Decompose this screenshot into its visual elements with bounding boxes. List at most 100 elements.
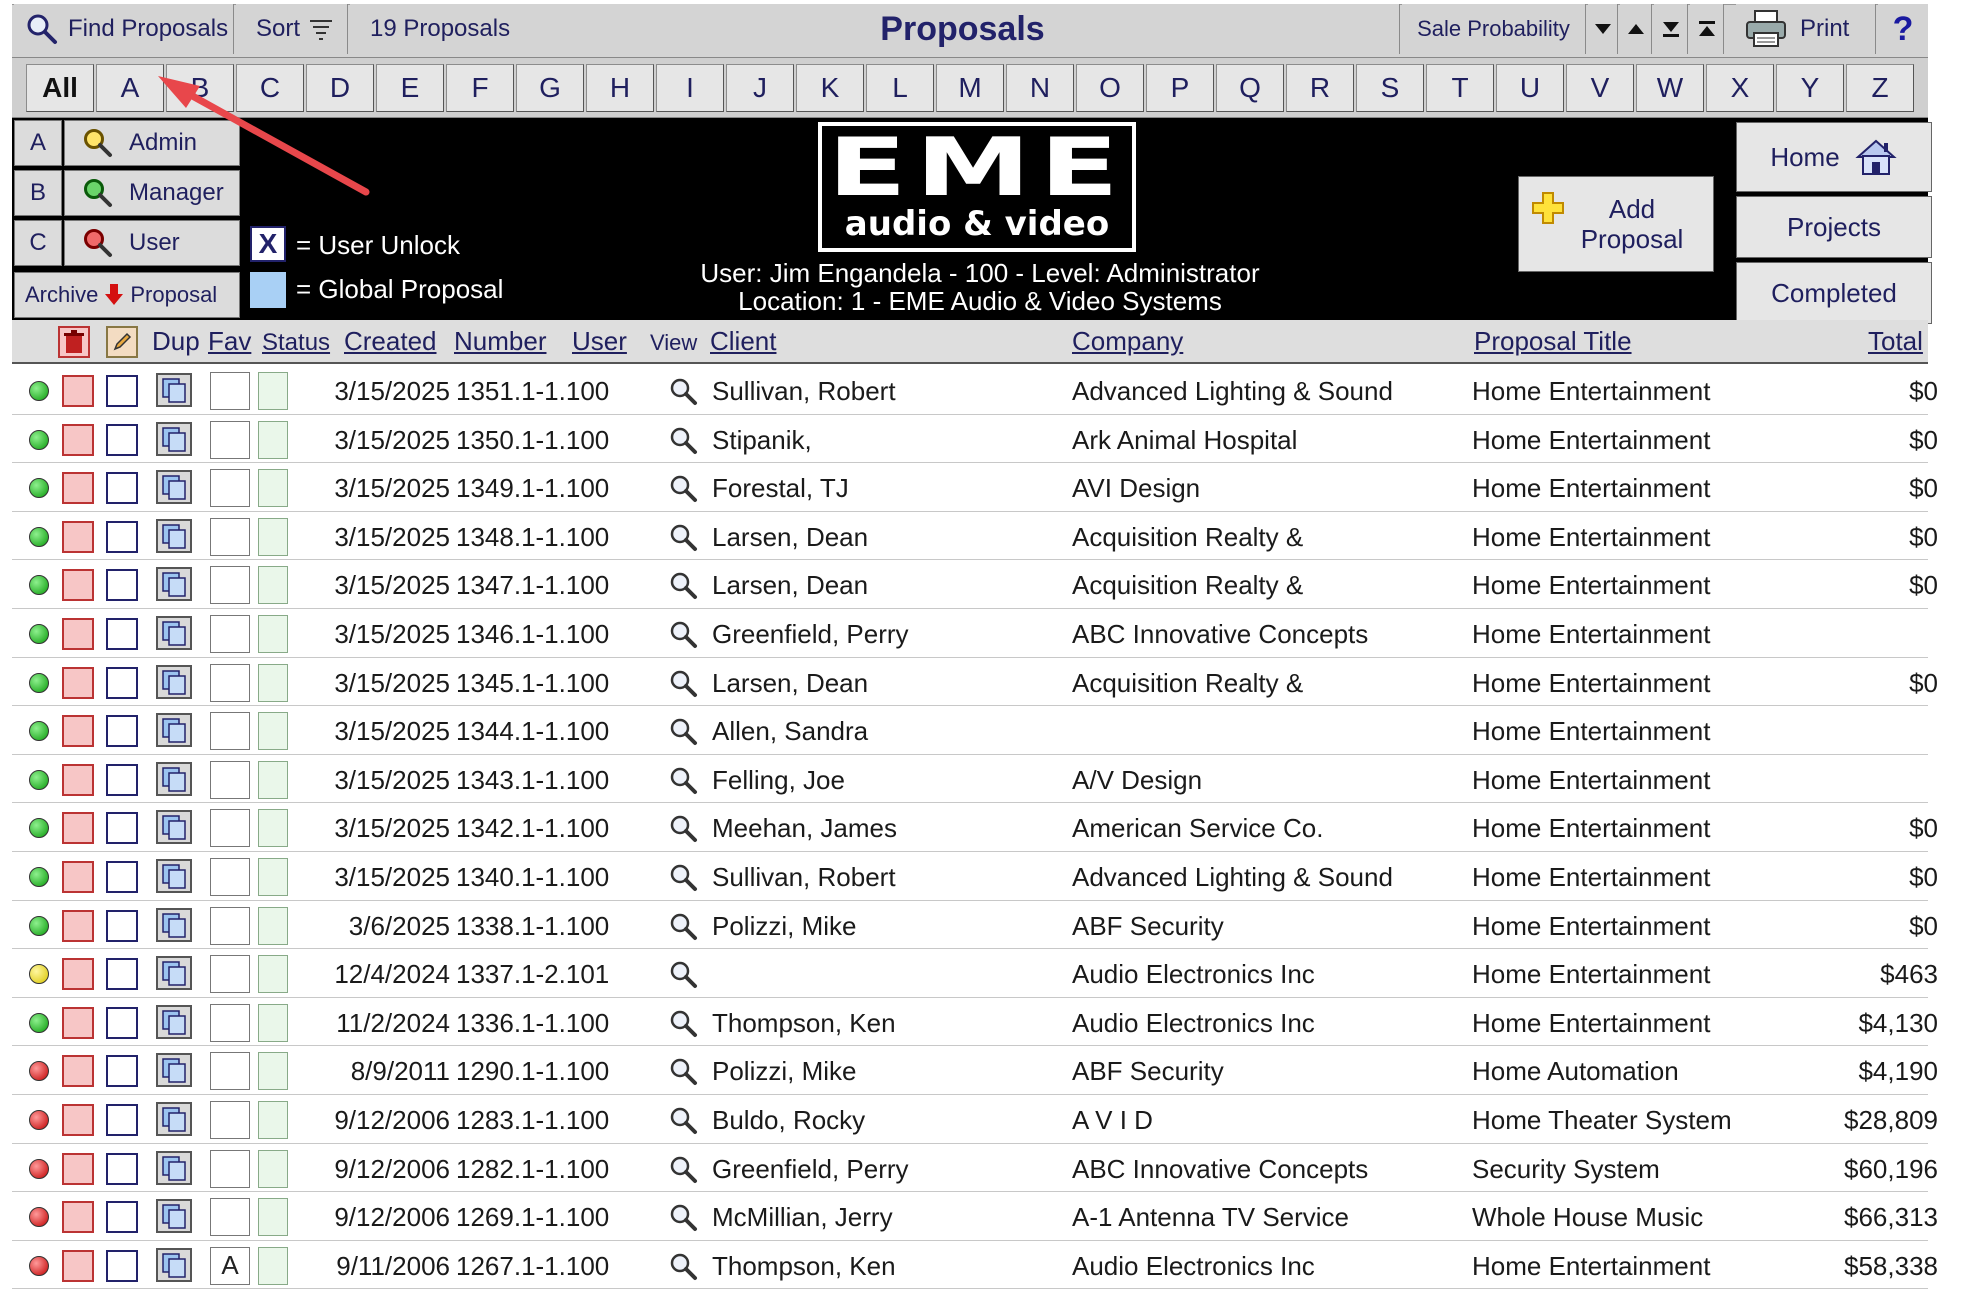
letter-filter-s[interactable]: S <box>1356 64 1424 112</box>
select-checkbox[interactable] <box>106 1055 138 1088</box>
fav-box[interactable] <box>210 1100 250 1139</box>
letter-filter-r[interactable]: R <box>1286 64 1354 112</box>
view-button[interactable] <box>668 376 698 411</box>
letter-filter-w[interactable]: W <box>1636 64 1704 112</box>
home-button[interactable]: Home <box>1736 122 1932 192</box>
completed-button[interactable]: Completed <box>1736 262 1932 324</box>
select-checkbox[interactable] <box>106 472 138 505</box>
select-checkbox[interactable] <box>106 520 138 553</box>
select-checkbox[interactable] <box>106 812 138 845</box>
select-checkbox[interactable] <box>106 763 138 796</box>
duplicate-button[interactable] <box>156 1150 192 1185</box>
letter-filter-k[interactable]: K <box>796 64 864 112</box>
select-checkbox[interactable] <box>106 617 138 650</box>
letter-filter-all[interactable]: All <box>26 64 94 112</box>
table-row[interactable]: 11/2/2024 1336.1-1.100 Thompson, Ken Audio … <box>12 997 1938 1047</box>
fav-box[interactable] <box>210 760 250 799</box>
table-row[interactable]: 3/6/2025 1338.1-1.100 Polizzi, Mike ABF Sec… <box>12 900 1938 950</box>
select-checkbox[interactable] <box>106 666 138 699</box>
letter-filter-f[interactable]: F <box>446 64 514 112</box>
table-row[interactable]: 3/15/2025 1346.1-1.100 Greenfield, Perry AB… <box>12 608 1928 658</box>
fav-box[interactable] <box>210 906 250 945</box>
fav-box[interactable] <box>210 1003 250 1042</box>
duplicate-button[interactable] <box>156 1199 192 1234</box>
select-checkbox[interactable] <box>106 423 138 456</box>
duplicate-button[interactable] <box>156 761 192 796</box>
view-button[interactable] <box>668 1056 698 1091</box>
duplicate-button[interactable] <box>156 1053 192 1088</box>
edit-column-header[interactable] <box>106 326 138 358</box>
select-checkbox[interactable] <box>106 569 138 602</box>
view-button[interactable] <box>668 1105 698 1140</box>
select-checkbox[interactable] <box>106 1201 138 1234</box>
duplicate-button[interactable] <box>156 470 192 505</box>
letter-filter-g[interactable]: G <box>516 64 584 112</box>
select-checkbox[interactable] <box>106 909 138 942</box>
delete-checkbox[interactable] <box>62 715 94 748</box>
table-row[interactable]: 9/12/2006 1283.1-1.100 Buldo, Rocky A V I D… <box>12 1094 1938 1144</box>
select-checkbox[interactable] <box>106 1103 138 1136</box>
duplicate-button[interactable] <box>156 664 192 699</box>
duplicate-button[interactable] <box>156 518 192 553</box>
duplicate-button[interactable] <box>156 956 192 991</box>
fav-box[interactable]: A <box>210 1246 250 1285</box>
delete-checkbox[interactable] <box>62 569 94 602</box>
delete-checkbox[interactable] <box>62 1249 94 1282</box>
select-checkbox[interactable] <box>106 1006 138 1039</box>
view-button[interactable] <box>668 1202 698 1237</box>
delete-checkbox[interactable] <box>62 909 94 942</box>
company-column[interactable]: Company <box>1072 326 1183 357</box>
delete-checkbox[interactable] <box>62 520 94 553</box>
fav-box[interactable] <box>210 420 250 459</box>
letter-filter-d[interactable]: D <box>306 64 374 112</box>
select-checkbox[interactable] <box>106 860 138 893</box>
table-row[interactable]: 3/15/2025 1345.1-1.100 Larsen, Dean Acquisi… <box>12 657 1938 707</box>
letter-filter-o[interactable]: O <box>1076 64 1144 112</box>
select-checkbox[interactable] <box>106 375 138 407</box>
letter-filter-h[interactable]: H <box>586 64 654 112</box>
view-button[interactable] <box>668 1008 698 1043</box>
delete-checkbox[interactable] <box>62 1201 94 1234</box>
letter-filter-u[interactable]: U <box>1496 64 1564 112</box>
fav-box[interactable] <box>210 1052 250 1091</box>
duplicate-button[interactable] <box>156 421 192 456</box>
projects-button[interactable]: Projects <box>1736 196 1932 258</box>
delete-checkbox[interactable] <box>62 472 94 505</box>
table-row[interactable]: 3/15/2025 1347.1-1.100 Larsen, Dean Acquisi… <box>12 560 1938 609</box>
fav-box[interactable] <box>210 614 250 653</box>
view-button[interactable] <box>668 522 698 557</box>
fav-box[interactable] <box>210 712 250 751</box>
letter-filter-c[interactable]: C <box>236 64 304 112</box>
duplicate-button[interactable] <box>156 1004 192 1039</box>
add-proposal-button[interactable]: Add Proposal <box>1518 176 1714 272</box>
help-button[interactable]: ? <box>1878 4 1928 54</box>
view-button[interactable] <box>668 911 698 946</box>
manager-button[interactable]: Manager <box>64 170 240 216</box>
fav-box[interactable] <box>210 857 250 896</box>
delete-checkbox[interactable] <box>62 763 94 796</box>
select-checkbox[interactable] <box>106 1249 138 1282</box>
select-checkbox[interactable] <box>106 715 138 748</box>
delete-checkbox[interactable] <box>62 860 94 893</box>
letter-filter-y[interactable]: Y <box>1776 64 1844 112</box>
duplicate-button[interactable] <box>156 1247 192 1282</box>
table-row[interactable]: 3/15/2025 1351.1-1.100 Sullivan, Robert Adv… <box>12 366 1938 415</box>
fav-column[interactable]: Fav <box>208 326 251 357</box>
sort-button[interactable]: Sort <box>236 4 348 54</box>
table-row[interactable]: 9/12/2006 1282.1-1.100 Greenfield, Perry AB… <box>12 1143 1938 1193</box>
letter-filter-i[interactable]: I <box>656 64 724 112</box>
sort-descending-button[interactable] <box>1588 4 1618 54</box>
view-button[interactable] <box>668 619 698 654</box>
fav-box[interactable] <box>210 1198 250 1237</box>
letter-filter-v[interactable]: V <box>1566 64 1634 112</box>
view-button[interactable] <box>668 716 698 751</box>
delete-checkbox[interactable] <box>62 1006 94 1039</box>
letter-filter-j[interactable]: J <box>726 64 794 112</box>
user-column[interactable]: User <box>572 326 627 357</box>
view-button[interactable] <box>668 668 698 703</box>
view-button[interactable] <box>668 959 698 994</box>
view-button[interactable] <box>668 1154 698 1189</box>
table-row[interactable]: 12/4/2024 1337.1-2.101 Audio Electronics I… <box>12 949 1938 998</box>
letter-filter-z[interactable]: Z <box>1846 64 1914 112</box>
delete-checkbox[interactable] <box>62 1055 94 1088</box>
